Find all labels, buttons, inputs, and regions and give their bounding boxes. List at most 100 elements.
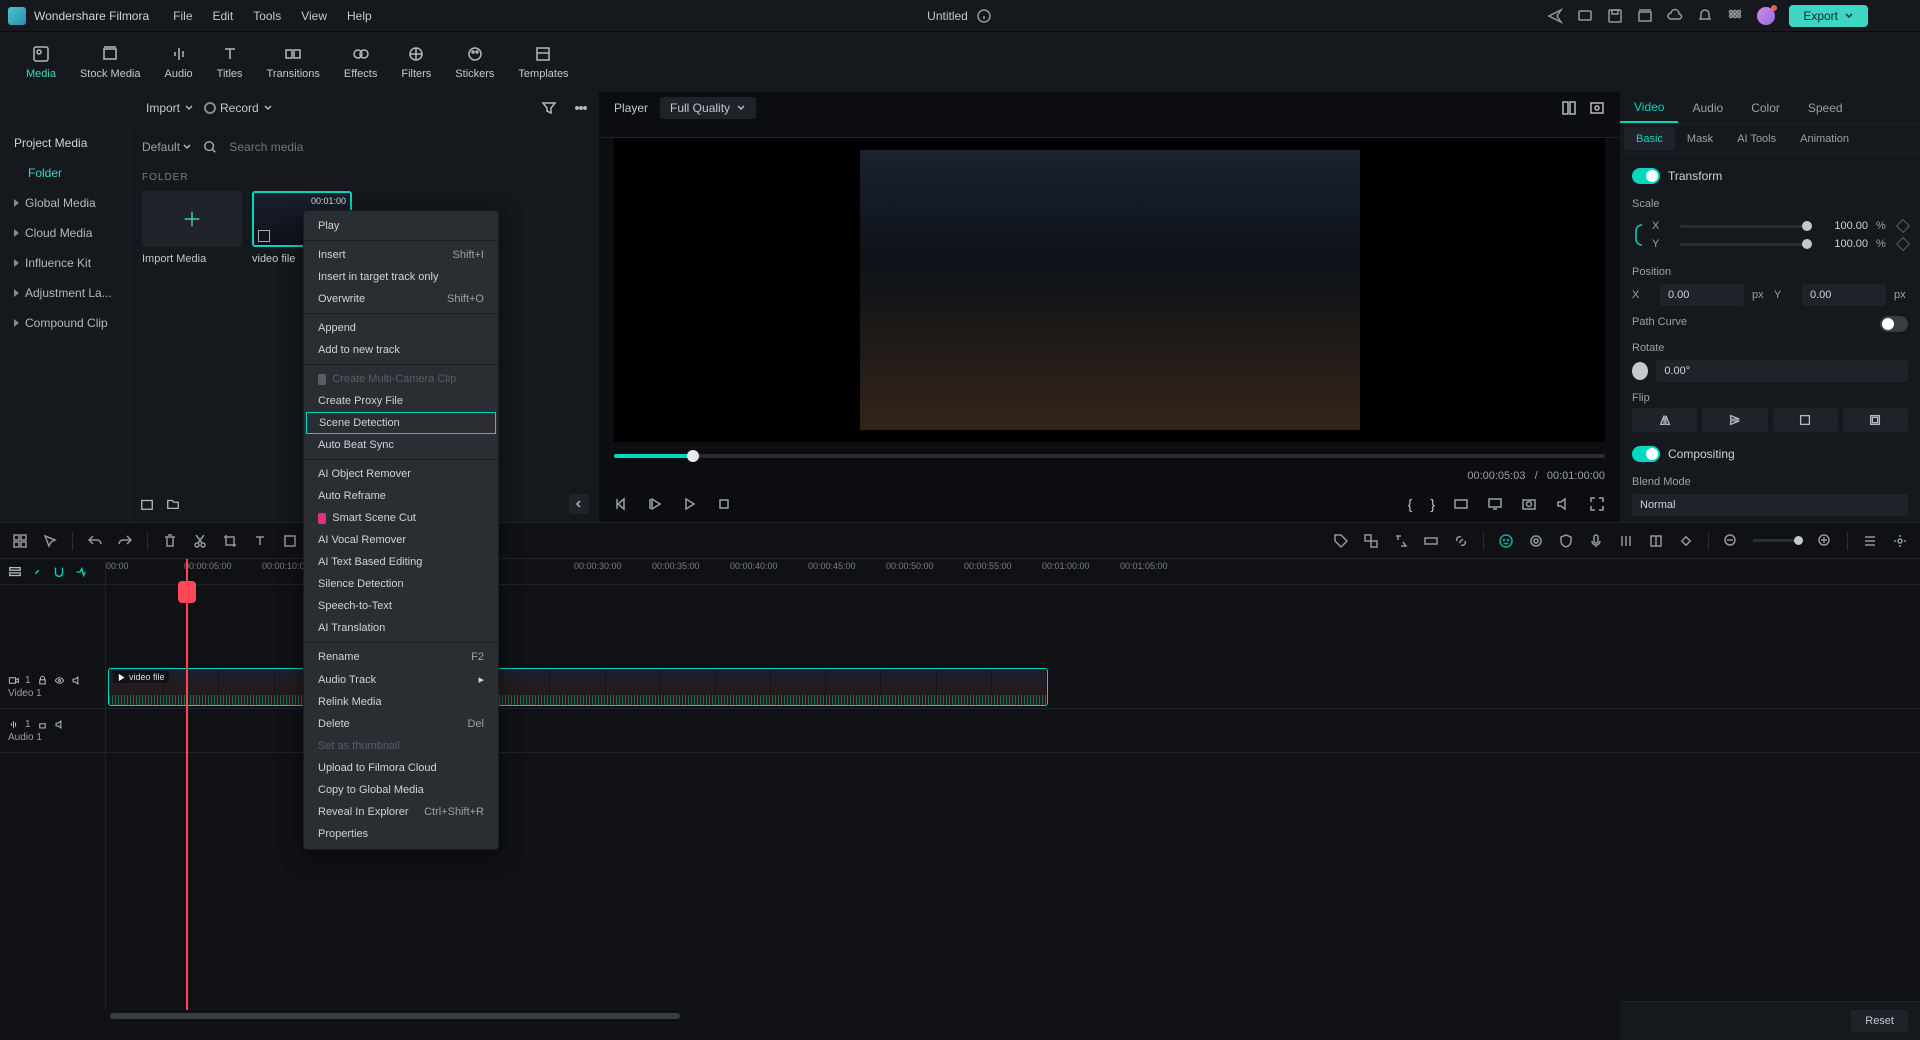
ctx-audio-track[interactable]: Audio Track▸ [304,668,498,691]
mark-in-icon[interactable]: { [1408,496,1413,512]
settings-icon[interactable] [1892,533,1908,549]
ctx-silence-detection[interactable]: Silence Detection [304,573,498,595]
pos-x-input[interactable] [1660,284,1744,306]
flip-h-button[interactable] [1632,408,1697,432]
scale-y-slider[interactable] [1680,243,1812,246]
delete-icon[interactable] [162,533,178,549]
tag-icon[interactable] [1333,533,1349,549]
ctx-ai-vocal-remover[interactable]: AI Vocal Remover [304,529,498,551]
ctx-speech-to-text[interactable]: Speech-to-Text [304,595,498,617]
ctx-insert[interactable]: InsertShift+I [304,244,498,266]
props-subtab-ai-tools[interactable]: AI Tools [1725,124,1788,153]
link-icon[interactable] [1632,221,1646,249]
play-icon[interactable] [682,496,698,512]
keyframe-icon[interactable] [1896,219,1910,233]
keyframe-icon[interactable] [1896,237,1910,251]
audio-track-header[interactable]: 1 Audio 1 [0,709,105,753]
flip-4-button[interactable] [1843,408,1908,432]
zoom-in-icon[interactable] [1817,533,1833,549]
sidebar-item[interactable]: Influence Kit [0,248,129,278]
props-subtab-mask[interactable]: Mask [1675,124,1725,153]
transform-toggle[interactable] [1632,168,1660,184]
flip-v-button[interactable] [1702,408,1767,432]
ctx-ai-translation[interactable]: AI Translation [304,617,498,639]
props-tab-speed[interactable]: Speed [1794,92,1857,123]
pos-y-input[interactable] [1802,284,1886,306]
bell-icon[interactable] [1697,8,1713,24]
user-avatar[interactable] [1757,7,1775,25]
bin-icon[interactable] [140,497,154,511]
ctx-delete[interactable]: DeleteDel [304,713,498,735]
tab-filters[interactable]: Filters [391,38,441,86]
tab-transitions[interactable]: Transitions [257,38,330,86]
cloud-icon[interactable] [1667,8,1683,24]
stop-icon[interactable] [716,496,732,512]
flip-3-button[interactable] [1773,408,1838,432]
undo-icon[interactable] [87,533,103,549]
ctx-reveal-in-explorer[interactable]: Reveal In ExplorerCtrl+Shift+R [304,801,498,823]
ctx-create-proxy-file[interactable]: Create Proxy File [304,390,498,412]
apps-icon[interactable] [1727,8,1743,24]
tab-templates[interactable]: Templates [508,38,578,86]
display-icon[interactable] [1487,496,1503,512]
link-tl-icon[interactable] [30,565,44,579]
lock-icon[interactable] [37,719,48,730]
export-button[interactable]: Export [1789,5,1868,27]
message-icon[interactable] [1577,8,1593,24]
mark-out-icon[interactable]: } [1430,496,1435,512]
save-icon[interactable] [1607,8,1623,24]
ctx-rename[interactable]: RenameF2 [304,646,498,668]
collapse-button[interactable] [569,494,589,514]
zoom-out-icon[interactable] [1723,533,1739,549]
pointer-icon[interactable] [42,533,58,549]
video-track-header[interactable]: 1 Video 1 [0,665,105,709]
tracks-icon[interactable] [8,565,22,579]
playhead[interactable] [186,559,188,1010]
keyframe-tl-icon[interactable] [1678,533,1694,549]
menu-view[interactable]: View [301,9,327,23]
tab-titles[interactable]: Titles [207,38,253,86]
fullscreen-icon[interactable] [1589,496,1605,512]
props-tab-video[interactable]: Video [1620,92,1678,123]
sidebar-item[interactable]: Folder [0,158,129,188]
prev-frame-icon[interactable] [614,496,630,512]
sort-dropdown[interactable]: Default [142,140,191,154]
props-subtab-basic[interactable]: Basic [1624,127,1675,150]
redo-icon[interactable] [117,533,133,549]
preview-viewport[interactable] [614,138,1605,442]
quality-dropdown[interactable]: Full Quality [660,97,756,119]
lock-icon[interactable] [37,675,48,686]
menu-file[interactable]: File [173,9,192,23]
sidebar-item[interactable]: Global Media [0,188,129,218]
render-icon[interactable] [1423,533,1439,549]
project-title[interactable]: Untitled [927,9,968,23]
menu-tools[interactable]: Tools [253,9,281,23]
ctx-add-to-new-track[interactable]: Add to new track [304,339,498,361]
ctx-auto-reframe[interactable]: Auto Reframe [304,485,498,507]
props-tab-audio[interactable]: Audio [1678,92,1737,123]
layout-icon[interactable] [1561,100,1577,116]
sidebar-item[interactable]: Compound Clip [0,308,129,338]
compositing-toggle[interactable] [1632,446,1660,462]
play-pause-icon[interactable] [648,496,664,512]
tab-media[interactable]: Media [16,38,66,86]
ctx-upload-to-filmora-cloud[interactable]: Upload to Filmora Cloud [304,757,498,779]
magnet-icon[interactable] [52,565,66,579]
tab-audio[interactable]: Audio [155,38,203,86]
import-dropdown[interactable]: Import [146,101,194,115]
mic-icon[interactable] [1588,533,1604,549]
crop-icon[interactable] [222,533,238,549]
sidebar-item[interactable]: Adjustment La... [0,278,129,308]
volume-icon[interactable] [1555,496,1571,512]
ctx-scene-detection[interactable]: Scene Detection [306,412,496,434]
tab-effects[interactable]: Effects [334,38,387,86]
list-icon[interactable] [1862,533,1878,549]
library-icon[interactable] [1637,8,1653,24]
translate-icon[interactable] [1393,533,1409,549]
more-icon[interactable] [573,100,589,116]
marker-icon[interactable] [1648,533,1664,549]
ctx-ai-text-based-editing[interactable]: AI Text Based Editing [304,551,498,573]
ctx-append[interactable]: Append [304,317,498,339]
group-icon[interactable] [1363,533,1379,549]
eye-icon[interactable] [54,675,65,686]
